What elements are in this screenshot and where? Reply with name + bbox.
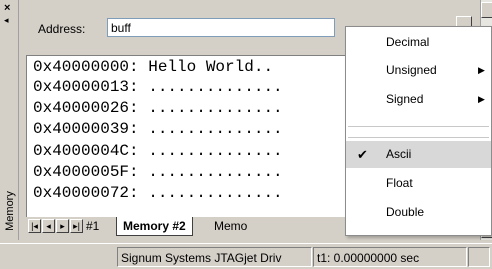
menu-item-label: Decimal — [386, 35, 430, 49]
close-icon[interactable]: × — [4, 3, 10, 14]
memory-view[interactable]: 0x40000000: Hello World.. 0x40000013: ..… — [26, 55, 377, 220]
check-icon: ✔ — [357, 147, 368, 162]
status-extra — [468, 247, 490, 267]
memory-dock-strip: × ◂ Memory — [0, 0, 19, 240]
menu-item-label: Signed — [386, 92, 424, 106]
dock-title: Memory — [4, 191, 16, 231]
next-tab-button[interactable]: ▸ — [56, 219, 69, 233]
memory-line: 0x40000013: .............. — [33, 78, 283, 96]
scroll-up-button[interactable] — [481, 2, 492, 18]
submenu-arrow-icon: ▶ — [478, 65, 485, 75]
tab-memory-3[interactable]: Memo — [214, 217, 247, 235]
menu-item-label: Double — [386, 205, 425, 219]
memory-line: 0x40000072: .............. — [33, 184, 283, 202]
status-bar: Signum Systems JTAGjet Driv t1: 0.000000… — [0, 243, 492, 269]
menu-item-label: Ascii — [386, 147, 412, 161]
address-label: Address: — [38, 22, 86, 36]
menu-item-unsigned[interactable]: Unsigned ▶ — [346, 57, 491, 84]
tab-memory-1[interactable]: #1 — [86, 217, 99, 235]
tab-row: |◂ ◂ ▸ ▸| #1 Memory #2 Memo — [26, 217, 375, 236]
memory-line: 0x40000000: Hello World.. — [33, 58, 274, 76]
last-tab-button[interactable]: ▸| — [70, 219, 83, 233]
first-tab-button[interactable]: |◂ — [28, 219, 41, 233]
menu-separator — [348, 137, 489, 138]
menu-item-double[interactable]: Double — [346, 199, 491, 226]
memory-line: 0x40000026: .............. — [33, 99, 283, 117]
menu-item-float[interactable]: Float — [346, 170, 491, 197]
address-input[interactable] — [107, 18, 335, 37]
menu-item-label: Float — [386, 176, 413, 190]
menu-item-decimal[interactable]: Decimal — [346, 29, 491, 56]
submenu-arrow-icon: ▶ — [478, 94, 485, 104]
prev-tab-button[interactable]: ◂ — [42, 219, 55, 233]
status-connection: Signum Systems JTAGjet Driv — [117, 247, 312, 267]
memory-line: 0x4000004C: .............. — [33, 142, 283, 160]
memory-line: 0x40000039: .............. — [33, 120, 283, 138]
status-time: t1: 0.00000000 sec — [313, 247, 467, 267]
pin-icon[interactable]: ◂ — [4, 16, 9, 25]
menu-item-signed[interactable]: Signed ▶ — [346, 86, 491, 113]
display-format-menu: Decimal Unsigned ▶ Signed ▶ ✔ Ascii Floa… — [345, 26, 492, 236]
memory-line: 0x4000005F: .............. — [33, 163, 283, 181]
tab-memory-2[interactable]: Memory #2 — [116, 217, 193, 236]
menu-separator — [348, 126, 489, 127]
menu-item-ascii[interactable]: ✔ Ascii — [346, 141, 491, 168]
menu-item-label: Unsigned — [386, 63, 437, 77]
